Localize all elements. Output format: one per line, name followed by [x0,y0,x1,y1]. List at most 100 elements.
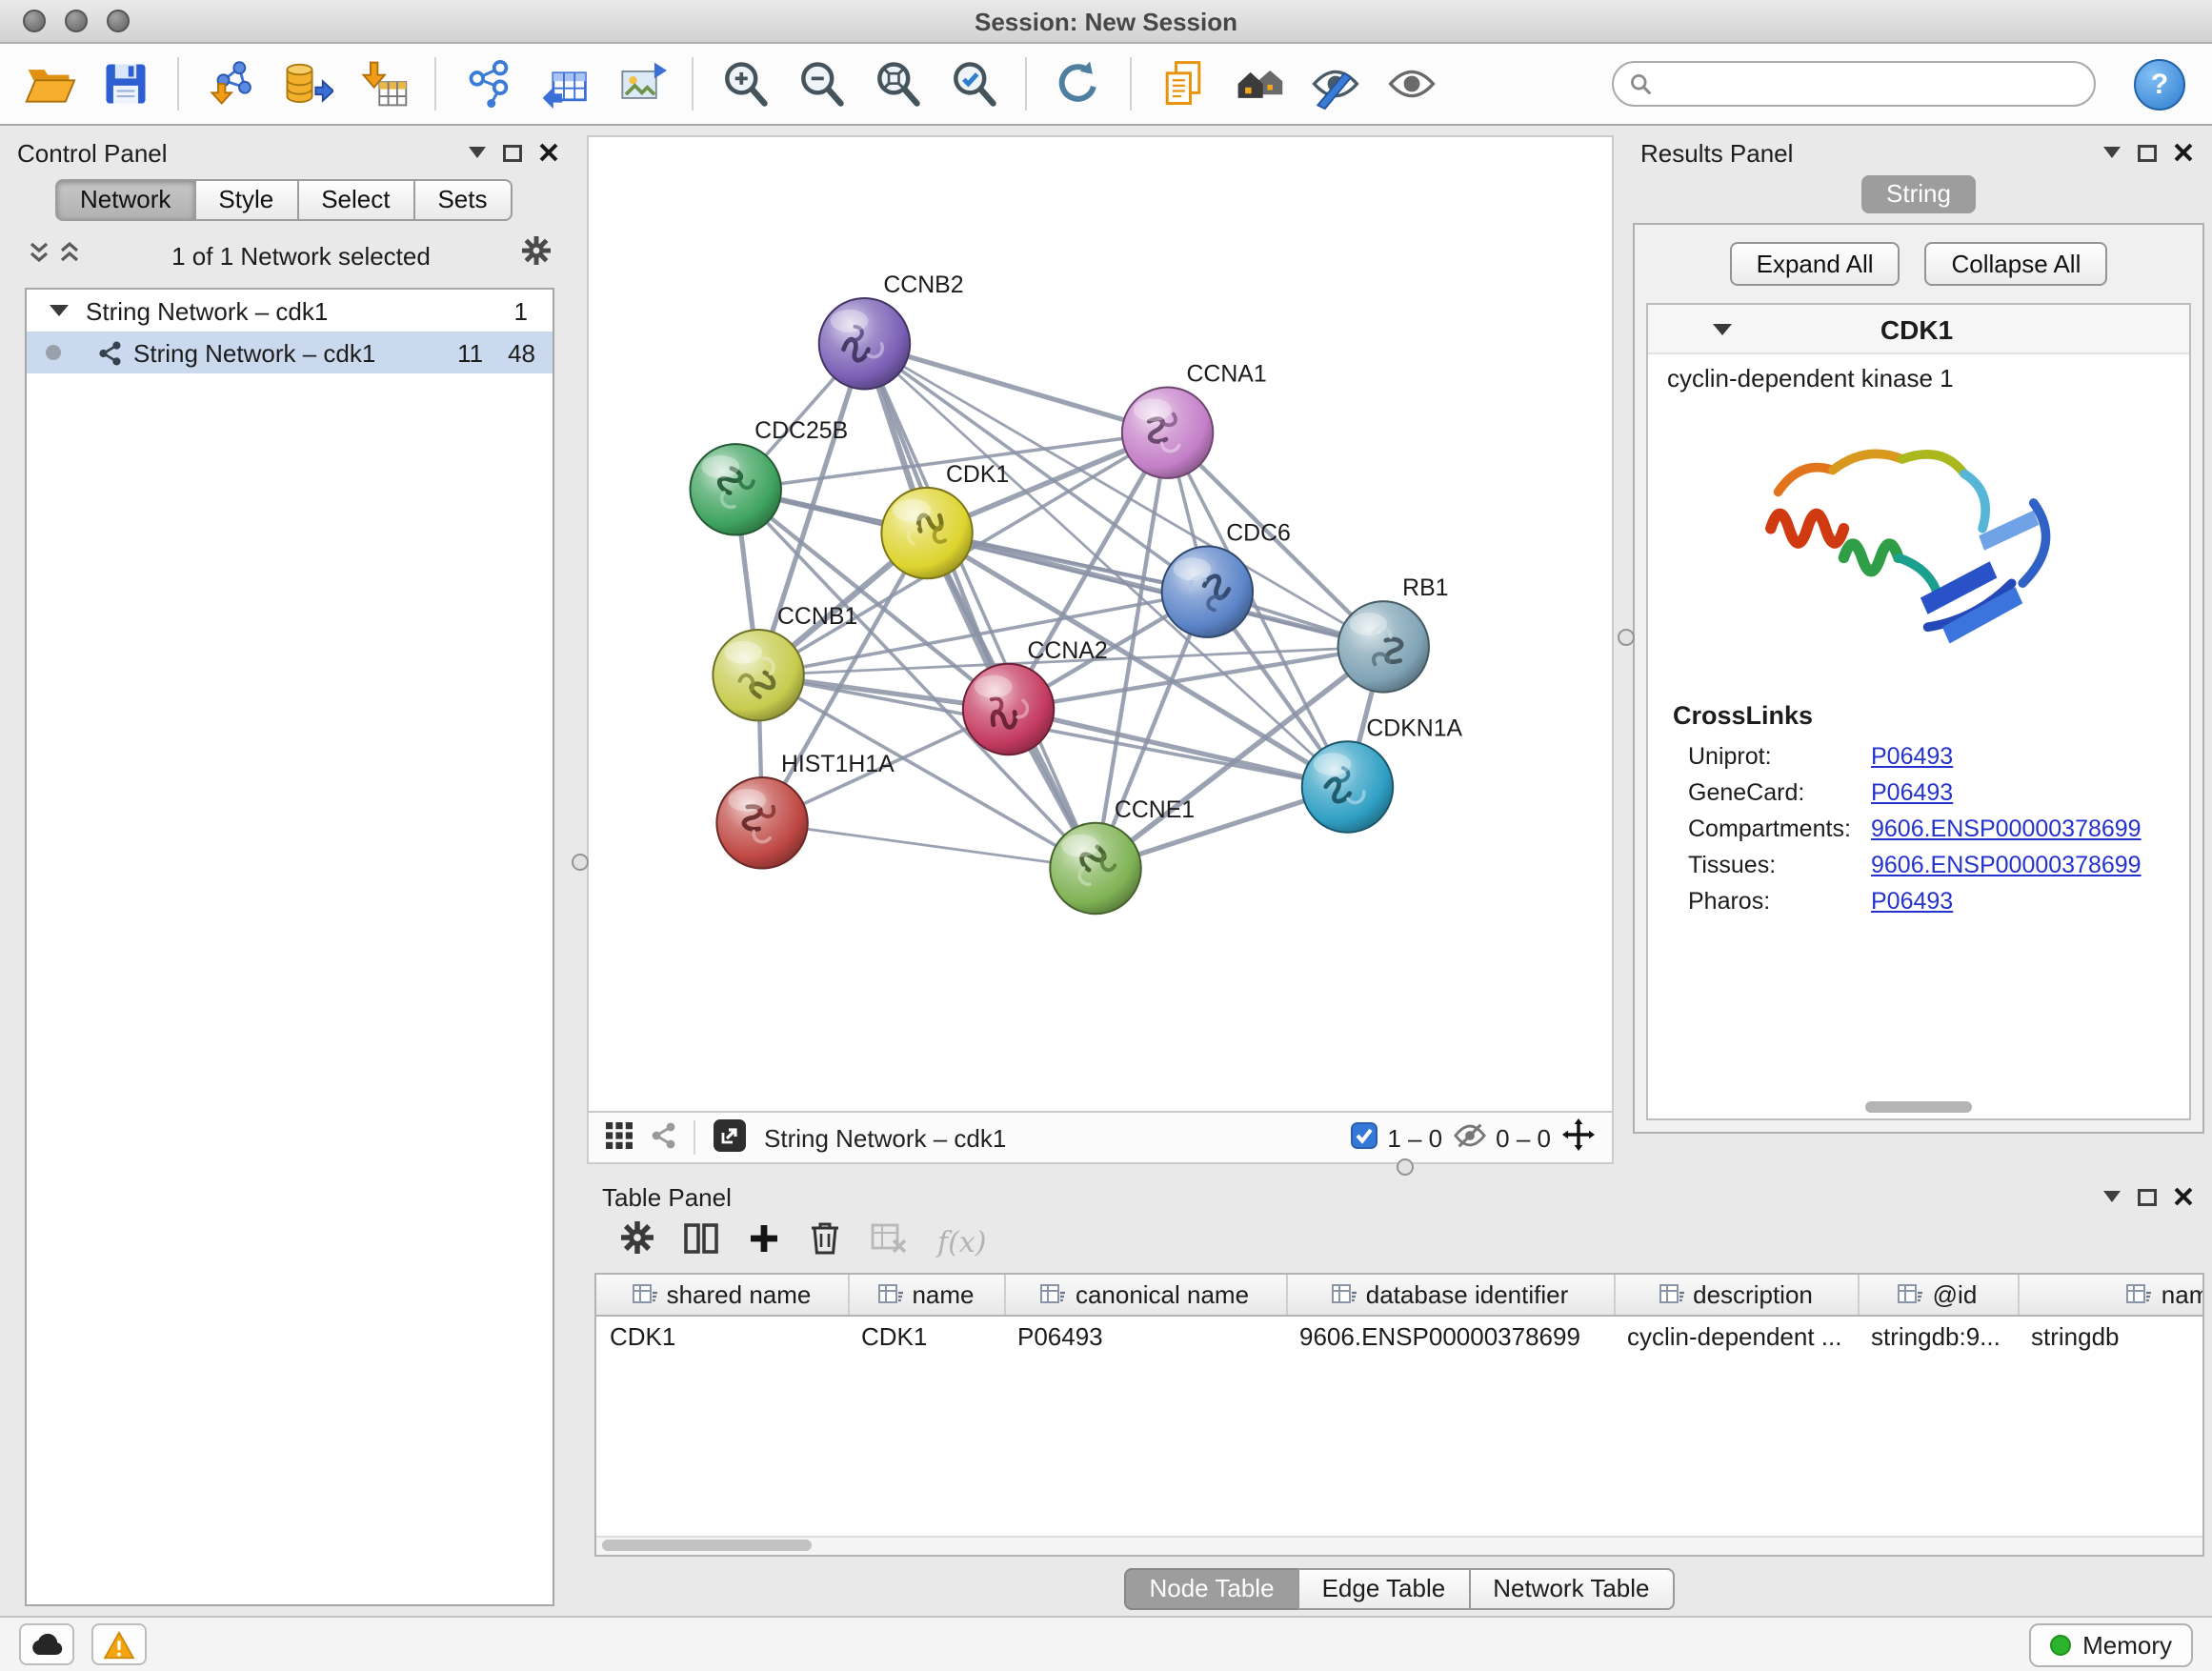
column-header-canonical-name[interactable]: canonical name [1004,1275,1286,1316]
cloud-sync-button[interactable] [19,1623,74,1665]
cell-description[interactable]: cyclin-dependent ... [1614,1316,1858,1357]
graphics-details-button[interactable] [1381,53,1442,114]
crosslink-label: GeneCard: [1688,778,1871,805]
genecard-link[interactable]: P06493 [1871,778,1953,805]
results-panel-float-button[interactable] [2138,144,2157,161]
memory-button[interactable]: Memory [2029,1622,2193,1666]
hidden-toggle[interactable] [1454,1121,1486,1154]
columns-icon [684,1222,718,1253]
network-node-CDKN1A[interactable]: CDKN1A [1302,715,1463,832]
results-panel-close-button[interactable] [2174,143,2193,162]
zoom-fit-button[interactable] [867,53,928,114]
zoom-selected-button[interactable] [943,53,1004,114]
splitter-handle[interactable] [1397,1158,1414,1176]
column-header-namespace[interactable]: namespace [2018,1275,2204,1316]
collapse-all-button[interactable]: Collapse All [1925,242,2108,286]
show-columns-button[interactable] [684,1222,718,1262]
compartments-link[interactable]: 9606.ENSP00000378699 [1871,815,2142,841]
network-canvas[interactable]: CCNB2CCNA1CDC25BCDK1CDC6RB1CCNB1CCNA2CDK… [589,137,1612,1111]
network-collection-row[interactable]: String Network – cdk1 1 [27,290,553,332]
cell-database-identifier[interactable]: 9606.ENSP00000378699 [1286,1316,1614,1357]
cell-canonical-name[interactable]: P06493 [1004,1316,1286,1357]
birdseye-view-button[interactable] [650,1121,676,1154]
pan-mode-button[interactable] [1562,1118,1595,1157]
pharos-link[interactable]: P06493 [1871,887,1953,914]
network-node-CDK1[interactable]: CDK1 [881,462,1009,578]
network-node-HIST1H1A[interactable]: HIST1H1A [716,752,895,868]
tab-string[interactable]: String [1861,175,1976,213]
uniprot-link[interactable]: P06493 [1871,742,1953,769]
network-options-button[interactable] [522,236,551,274]
tab-network[interactable]: Network [55,179,195,221]
table-hscrollbar-thumb[interactable] [602,1540,812,1551]
save-session-button[interactable] [95,53,156,114]
table-panel-collapse-button[interactable] [2103,1191,2121,1202]
zoom-in-button[interactable] [714,53,775,114]
control-panel-float-button[interactable] [503,144,522,161]
new-network-from-selection-button[interactable] [457,53,518,114]
application-window: Session: New Session ? [0,0,2212,1671]
control-panel-close-button[interactable] [539,143,558,162]
table-panel-float-button[interactable] [2138,1188,2157,1205]
export-network-button[interactable] [713,1117,747,1158]
import-table-button[interactable] [352,53,413,114]
import-network-button[interactable] [200,53,261,114]
duplicate-document-button[interactable] [1153,53,1214,114]
tab-sets[interactable]: Sets [412,179,512,221]
network-row-selected[interactable]: String Network – cdk1 11 48 [27,332,553,373]
zoom-window-button[interactable] [107,10,130,32]
table-panel-close-button[interactable] [2174,1187,2193,1206]
splitter-handle[interactable] [572,854,589,871]
results-hscrollbar-thumb[interactable] [1865,1101,1972,1113]
home-button[interactable] [1229,53,1290,114]
network-node-CCNB2[interactable]: CCNB2 [819,272,964,389]
cell-shared-name[interactable]: CDK1 [596,1316,848,1357]
protein-section-header[interactable]: CDK1 [1648,305,2189,354]
export-image-button[interactable] [610,53,671,114]
tab-node-table[interactable]: Node Table [1124,1568,1298,1610]
delete-table-button[interactable] [871,1222,907,1262]
table-hscrollbar[interactable] [596,1536,2202,1555]
grid-view-button[interactable] [606,1121,633,1154]
column-header-name[interactable]: name [848,1275,1004,1316]
tab-style[interactable]: Style [193,179,298,221]
selected-checkbox[interactable] [1351,1121,1377,1154]
tissues-link[interactable]: 9606.ENSP00000378699 [1871,851,2142,877]
collection-expand-caret[interactable] [50,305,69,316]
export-table-button[interactable] [533,53,594,114]
splitter-handle[interactable] [1618,629,1635,646]
annotation-mode-button[interactable] [1305,53,1366,114]
minimize-window-button[interactable] [65,10,88,32]
control-panel-collapse-button[interactable] [469,147,486,158]
cell-namespace[interactable]: stringdb [2018,1316,2204,1357]
column-header-id[interactable]: @id [1858,1275,2018,1316]
section-collapse-caret[interactable] [1713,323,1732,334]
cell-name[interactable]: CDK1 [848,1316,1004,1357]
expand-all-networks-button[interactable] [59,238,80,272]
help-button[interactable]: ? [2134,58,2185,110]
table-settings-button[interactable] [621,1221,654,1263]
network-node-RB1[interactable]: RB1 [1338,575,1449,692]
warnings-button[interactable] [91,1623,147,1665]
network-node-CCNA1[interactable]: CCNA1 [1122,361,1267,477]
import-database-button[interactable] [276,53,337,114]
expand-all-button[interactable]: Expand All [1730,242,1900,286]
collapse-all-networks-button[interactable] [29,238,50,272]
column-header-description[interactable]: description [1614,1275,1858,1316]
apply-layout-button[interactable] [1048,53,1109,114]
delete-column-button[interactable] [810,1220,840,1264]
column-header-database-identifier[interactable]: database identifier [1286,1275,1614,1316]
tab-edge-table[interactable]: Edge Table [1297,1568,1471,1610]
cell-id[interactable]: stringdb:9... [1858,1316,2018,1357]
function-builder-button[interactable]: f(x) [937,1225,986,1259]
table-row[interactable]: CDK1 CDK1 P06493 9606.ENSP00000378699 cy… [596,1316,2204,1357]
column-header-shared-name[interactable]: shared name [596,1275,848,1316]
tab-network-table[interactable]: Network Table [1468,1568,1674,1610]
results-panel-collapse-button[interactable] [2103,147,2121,158]
open-session-button[interactable] [19,53,80,114]
search-input[interactable] [1661,69,2079,99]
tab-select[interactable]: Select [296,179,414,221]
add-column-button[interactable] [749,1222,779,1262]
zoom-out-button[interactable] [791,53,852,114]
close-window-button[interactable] [23,10,46,32]
